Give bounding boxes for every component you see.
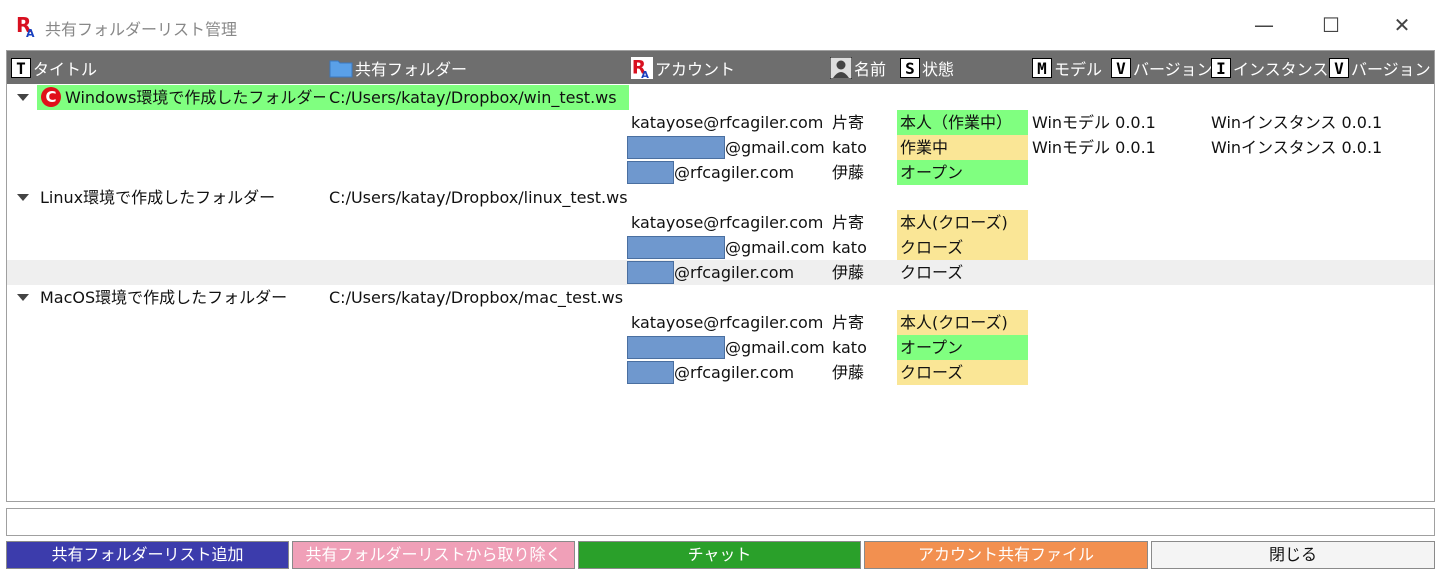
svg-text:A: A <box>26 27 35 38</box>
col-header-model[interactable]: M モデル <box>1032 51 1102 84</box>
account-row[interactable]: @rfcagiler.com 伊藤 クローズ <box>7 360 1434 385</box>
add-folder-list-button[interactable]: 共有フォルダーリスト追加 <box>6 541 289 569</box>
model-value: Winモデル 0.0.1 <box>1032 138 1156 157</box>
account-shared-files-button[interactable]: アカウント共有ファイル <box>864 541 1148 569</box>
folder-title: MacOS環境で作成したフォルダー <box>40 288 288 307</box>
status-badge: 本人（作業中） <box>897 110 1028 135</box>
col-header-instance-version[interactable]: V バージョン <box>1329 51 1431 84</box>
account-email: @gmail.com <box>725 138 825 157</box>
account-name: 伊藤 <box>832 263 865 282</box>
account-email: katayose@rfcagiler.com <box>631 113 824 132</box>
col-header-title[interactable]: T タイトル <box>11 51 97 84</box>
status-badge: オープン <box>897 335 1028 360</box>
svg-text:C: C <box>45 88 56 106</box>
maximize-button[interactable]: ☐ <box>1309 10 1353 40</box>
status-badge: 本人(クローズ) <box>897 210 1028 235</box>
expand-triangle-icon[interactable] <box>17 194 29 201</box>
col-header-name[interactable]: 名前 <box>830 51 886 84</box>
model-value: Winモデル 0.0.1 <box>1032 113 1156 132</box>
instance-value: Winインスタンス 0.0.1 <box>1211 138 1383 157</box>
account-name: 片寄 <box>832 313 865 332</box>
title-type-icon: T <box>11 57 31 78</box>
title-bar: R A 共有フォルダーリスト管理 — ☐ ✕ <box>0 0 1441 50</box>
account-name: 伊藤 <box>832 363 865 382</box>
account-email: katayose@rfcagiler.com <box>631 213 824 232</box>
account-row[interactable]: katayose@rfcagiler.com 片寄 本人（作業中） Winモデル… <box>7 110 1434 135</box>
folder-path: C:/Users/katay/Dropbox/linux_test.ws <box>329 188 628 207</box>
account-name: kato <box>832 138 867 157</box>
message-input[interactable] <box>6 508 1435 536</box>
account-name: kato <box>832 238 867 257</box>
remove-folder-list-button[interactable]: 共有フォルダーリストから取り除く <box>292 541 575 569</box>
version-type-icon: V <box>1111 57 1131 78</box>
close-window-button[interactable]: ✕ <box>1380 10 1424 40</box>
instance-value: Winインスタンス 0.0.1 <box>1211 113 1383 132</box>
account-name: kato <box>832 338 867 357</box>
status-badge: クローズ <box>897 235 1028 260</box>
folder-title: Windows環境で作成したフォルダー <box>65 88 325 107</box>
col-header-status[interactable]: S 状態 <box>900 51 954 84</box>
account-row[interactable]: @gmail.com kato 作業中 Winモデル 0.0.1 Winインスタ… <box>7 135 1434 160</box>
account-row[interactable]: katayose@rfcagiler.com 片寄 本人(クローズ) <box>7 210 1434 235</box>
account-row[interactable]: @gmail.com kato クローズ <box>7 235 1434 260</box>
col-header-folder[interactable]: 共有フォルダー <box>329 51 467 84</box>
folder-path: C:/Users/katay/Dropbox/mac_test.ws <box>329 288 624 307</box>
account-logo-icon: R A <box>631 56 653 79</box>
instance-type-icon: I <box>1211 57 1231 78</box>
redacted-mask <box>627 261 674 284</box>
account-row[interactable]: @rfcagiler.com 伊藤 クローズ <box>7 260 1434 285</box>
col-header-account[interactable]: R A アカウント <box>631 51 735 84</box>
folder-title: Linux環境で作成したフォルダー <box>40 188 276 207</box>
window-title: 共有フォルダーリスト管理 <box>45 20 238 39</box>
folder-path: C:/Users/katay/Dropbox/win_test.ws <box>329 88 617 107</box>
account-name: 伊藤 <box>832 163 865 182</box>
status-type-icon: S <box>900 57 920 78</box>
status-text: クローズ <box>900 263 964 282</box>
status-badge: クローズ <box>897 360 1028 385</box>
redacted-mask <box>627 361 674 384</box>
col-header-instance[interactable]: I インスタンス <box>1211 51 1328 84</box>
folder-list-grid[interactable]: T タイトル 共有フォルダー R A アカウント 名前 S 状態 M モデル V… <box>6 50 1435 502</box>
account-email: @gmail.com <box>725 338 825 357</box>
version-type-icon: V <box>1329 57 1349 78</box>
folder-row[interactable]: Linux環境で作成したフォルダー C:/Users/katay/Dropbox… <box>7 185 1434 210</box>
account-row[interactable]: @gmail.com kato オープン <box>7 335 1434 360</box>
person-icon <box>830 56 852 79</box>
redacted-mask <box>627 136 725 159</box>
account-email: @rfcagiler.com <box>674 163 795 182</box>
expand-triangle-icon[interactable] <box>17 294 29 301</box>
account-email: @gmail.com <box>725 238 825 257</box>
folder-row[interactable]: MacOS環境で作成したフォルダー C:/Users/katay/Dropbox… <box>7 285 1434 310</box>
account-row[interactable]: katayose@rfcagiler.com 片寄 本人(クローズ) <box>7 310 1434 335</box>
grid-header: T タイトル 共有フォルダー R A アカウント 名前 S 状態 M モデル V… <box>7 51 1434 84</box>
model-type-icon: M <box>1032 57 1052 78</box>
c-badge-icon: C <box>41 87 61 107</box>
chat-button[interactable]: チャット <box>578 541 861 569</box>
account-name: 片寄 <box>832 213 865 232</box>
account-row[interactable]: @rfcagiler.com 伊藤 オープン <box>7 160 1434 185</box>
col-header-model-version[interactable]: V バージョン <box>1111 51 1213 84</box>
minimize-button[interactable]: — <box>1242 10 1286 40</box>
folder-row[interactable]: C Windows環境で作成したフォルダー C:/Users/katay/Dro… <box>7 85 1434 110</box>
status-badge: 本人(クローズ) <box>897 310 1028 335</box>
close-button[interactable]: 閉じる <box>1151 541 1435 569</box>
status-badge: 作業中 <box>897 135 1028 160</box>
folder-icon <box>329 60 353 77</box>
redacted-mask <box>627 336 725 359</box>
app-logo-icon: R A <box>16 14 35 38</box>
account-email: @rfcagiler.com <box>674 363 795 382</box>
account-email: @rfcagiler.com <box>674 263 795 282</box>
status-badge: オープン <box>897 160 1028 185</box>
account-email: katayose@rfcagiler.com <box>631 313 824 332</box>
svg-text:A: A <box>641 70 649 79</box>
redacted-mask <box>627 161 674 184</box>
redacted-mask <box>627 236 725 259</box>
expand-triangle-icon[interactable] <box>17 94 29 101</box>
account-name: 片寄 <box>832 113 865 132</box>
